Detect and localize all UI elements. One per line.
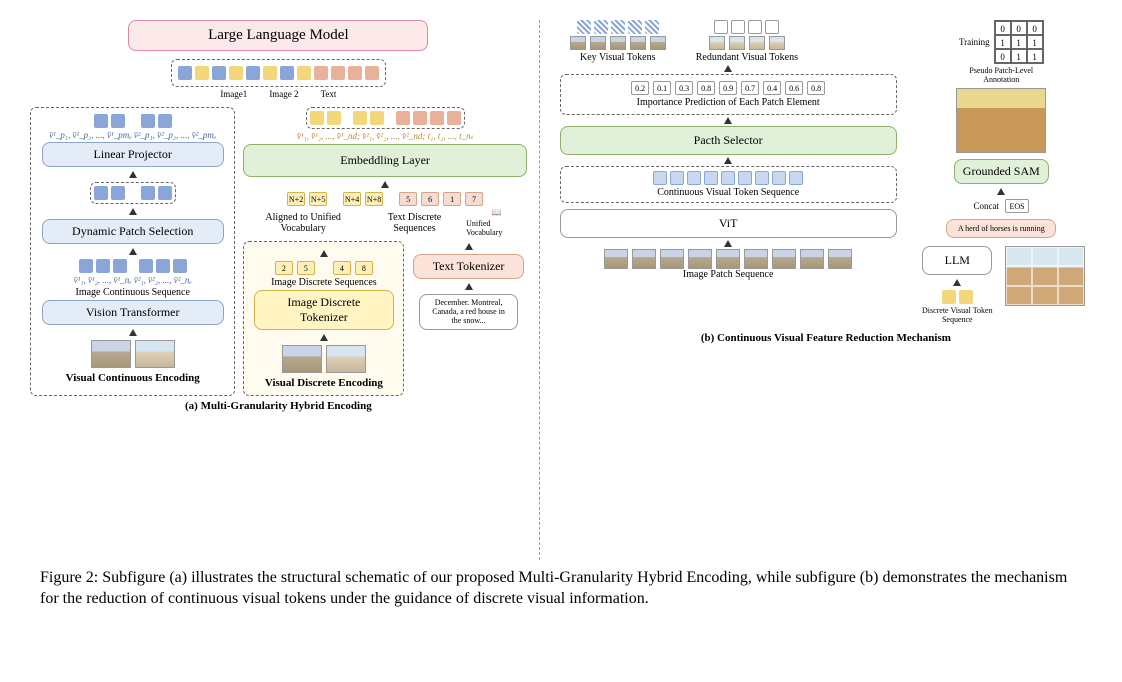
img-patch-seq-label: Image Patch Sequence bbox=[560, 269, 897, 280]
input-image-thumb bbox=[135, 340, 175, 368]
image-patch-sequence bbox=[560, 249, 897, 269]
cont-symbols: v̄¹₁, v̄¹₂, ..., v̄¹_nₑ v̄²₁, v̄²₂, ...,… bbox=[74, 275, 192, 285]
linear-projector-box: Linear Projector bbox=[42, 142, 224, 167]
unified-vocab-label: Unified Vocabulary bbox=[466, 219, 527, 237]
subfigure-a: Large Language Model Image1 Image 2 Text bbox=[30, 20, 540, 560]
key-visual-tokens-label: Key Visual Tokens bbox=[580, 52, 656, 63]
input-image-grid bbox=[1005, 246, 1085, 306]
text-sample-box: December. Montreal, Canada, a red house … bbox=[419, 294, 518, 330]
group-label-image1: Image1 bbox=[220, 89, 247, 99]
subfigure-a-caption: (a) Multi-Granularity Hybrid Encoding bbox=[30, 400, 527, 412]
proj-symbols: v̄¹_p₁, v̄¹_p₂, ..., v̄¹_pmₑ v̄²_p₁, v̄²… bbox=[49, 130, 216, 140]
vision-transformer-box: Vision Transformer bbox=[42, 300, 224, 325]
img-disc-seq-label: Image Discrete Sequences bbox=[271, 277, 377, 288]
continuous-token-sequence bbox=[653, 171, 803, 185]
llm-box: Large Language Model bbox=[128, 20, 428, 51]
llm-input-tokens bbox=[178, 66, 379, 80]
disc-token-seq-label: Discrete Visual Token Sequence bbox=[917, 306, 997, 324]
concat-label: Concat bbox=[974, 201, 1000, 211]
disc-encoding-label: Visual Discrete Encoding bbox=[265, 377, 383, 389]
training-label: Training bbox=[959, 37, 990, 47]
subfigure-b-caption: (b) Continuous Visual Feature Reduction … bbox=[560, 332, 1092, 344]
embed-symbols: v̂¹₁, v̂¹₂, ..., v̂¹_nd; v̂²₁, v̂²₂, ...… bbox=[297, 131, 473, 142]
cont-seq-label: Continuous Visual Token Sequence bbox=[657, 187, 799, 198]
eos-token: EOS bbox=[1005, 199, 1029, 213]
aligned-label: Aligned to Unified Vocabulary bbox=[243, 212, 362, 234]
pseudo-annotation-matrix: 000 111 011 bbox=[994, 20, 1044, 64]
key-image-patches bbox=[570, 36, 666, 50]
patch-selector-box: Pacth Selector bbox=[560, 126, 897, 155]
group-label-image2: Image 2 bbox=[269, 89, 298, 99]
text-tokenizer-box: Text Tokenizer bbox=[413, 254, 524, 279]
importance-label: Importance Prediction of Each Patch Elem… bbox=[637, 97, 820, 108]
input-image-thumb bbox=[91, 340, 131, 368]
img-cont-seq-label: Image Continuous Sequence bbox=[75, 287, 189, 298]
discrete-encoding-branch: 2 5 4 8 Image Discrete Sequences Image D… bbox=[243, 241, 404, 396]
grounded-sam-box: Grounded SAM bbox=[954, 159, 1049, 184]
subfigure-b: Key Visual Tokens Redundant Visual Token… bbox=[540, 20, 1092, 560]
cont-encoding-label: Visual Continuous Encoding bbox=[66, 372, 200, 384]
text-disc-seq-label: Text Discrete Sequences bbox=[367, 212, 462, 234]
input-image-thumb bbox=[326, 345, 366, 373]
group-label-text: Text bbox=[321, 89, 337, 99]
image-discrete-tokenizer-box: Image Discrete Tokenizer bbox=[254, 290, 394, 330]
continuous-encoding-branch: v̄¹_p₁, v̄¹_p₂, ..., v̄¹_pmₑ v̄²_p₁, v̄²… bbox=[30, 107, 235, 396]
figure-caption: Figure 2: Subfigure (a) illustrates the … bbox=[0, 560, 1122, 618]
input-image-thumb bbox=[282, 345, 322, 373]
dynamic-patch-selection-box: Dynamic Patch Selection bbox=[42, 219, 224, 244]
llm-box-right: LLM bbox=[922, 246, 992, 275]
grounded-sam-output-image bbox=[956, 88, 1046, 153]
importance-values: 0.2 0.1 0.3 0.8 0.9 0.7 0.4 0.6 0.8 bbox=[631, 81, 825, 95]
book-icon: 📖 bbox=[491, 208, 501, 217]
redundant-image-patches bbox=[709, 36, 785, 50]
text-prompt-box: A herd of horses is running bbox=[946, 219, 1056, 238]
vit-box: ViT bbox=[560, 209, 897, 238]
redundant-visual-tokens-label: Redundant Visual Tokens bbox=[696, 52, 798, 63]
pseudo-label: Pseudo Patch-Level Annotation bbox=[966, 66, 1036, 84]
embedding-layer-box: Embeddling Layer bbox=[243, 144, 526, 177]
